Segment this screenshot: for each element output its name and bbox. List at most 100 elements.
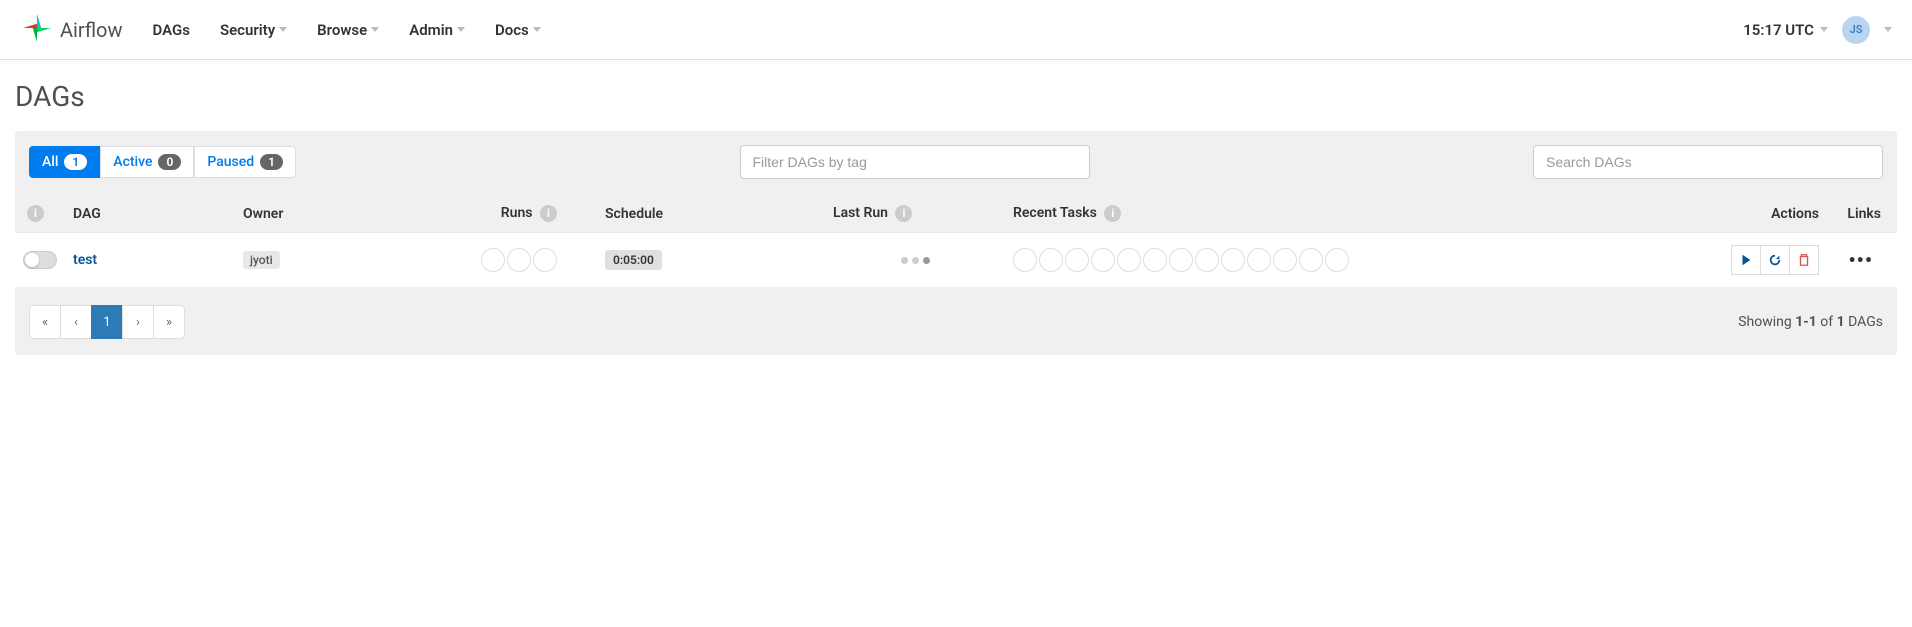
nav-security-label: Security — [220, 21, 275, 39]
chevron-down-icon — [371, 27, 379, 32]
dags-panel: All 1 Active 0 Paused 1 — [15, 131, 1897, 355]
trash-icon — [1797, 253, 1811, 267]
page-prev-button[interactable]: ‹ — [60, 305, 92, 339]
recent-tasks-circles — [1013, 248, 1715, 272]
task-status-circle[interactable] — [1299, 248, 1323, 272]
chevron-down-icon — [279, 27, 287, 32]
tag-filter-input[interactable] — [740, 145, 1090, 179]
dag-name-link[interactable]: test — [73, 252, 97, 268]
search-filter-wrapper — [1533, 145, 1883, 179]
last-run-loading — [833, 257, 997, 264]
info-icon[interactable]: i — [540, 205, 557, 222]
task-status-circle[interactable] — [1195, 248, 1219, 272]
runs-circles — [443, 248, 557, 272]
nav-dags[interactable]: DAGs — [152, 21, 189, 39]
chevron-down-icon — [1820, 27, 1828, 32]
filter-paused-label: Paused — [207, 154, 254, 170]
navbar: Airflow DAGs Security Browse Admin Docs … — [0, 0, 1912, 60]
task-status-circle[interactable] — [1013, 248, 1037, 272]
nav-security[interactable]: Security — [220, 21, 287, 39]
task-status-circle[interactable] — [1117, 248, 1141, 272]
more-links-button[interactable]: ••• — [1840, 248, 1881, 272]
showing-prefix: Showing — [1738, 314, 1795, 330]
nav-right: 15:17 UTC JS — [1743, 16, 1892, 44]
showing-of: of — [1817, 314, 1837, 330]
showing-total: 1 — [1837, 314, 1845, 330]
brand-name: Airflow — [60, 18, 122, 42]
brand[interactable]: Airflow — [20, 11, 122, 49]
task-status-circle[interactable] — [1169, 248, 1193, 272]
task-status-circle[interactable] — [1143, 248, 1167, 272]
footer-row: « ‹ 1 › » Showing 1-1 of 1 DAGs — [15, 287, 1897, 355]
page-last-button[interactable]: » — [153, 305, 185, 339]
play-icon — [1739, 253, 1753, 267]
nav-admin[interactable]: Admin — [409, 21, 465, 39]
tag-filter-wrapper — [740, 145, 1090, 179]
task-status-circle[interactable] — [1039, 248, 1063, 272]
schedule-chip[interactable]: 0:05:00 — [605, 250, 662, 270]
run-status-circle[interactable] — [507, 248, 531, 272]
nav-admin-label: Admin — [409, 21, 453, 39]
info-icon[interactable]: i — [1104, 205, 1121, 222]
info-icon[interactable]: i — [895, 205, 912, 222]
filter-active-label: Active — [113, 154, 152, 170]
refresh-dag-button[interactable] — [1760, 245, 1790, 275]
task-status-circle[interactable] — [1091, 248, 1115, 272]
col-recent-tasks: Recent Tasks — [1013, 205, 1097, 221]
task-status-circle[interactable] — [1273, 248, 1297, 272]
task-status-circle[interactable] — [1065, 248, 1089, 272]
filter-row: All 1 Active 0 Paused 1 — [15, 131, 1897, 195]
filter-paused-count: 1 — [260, 154, 283, 170]
refresh-icon — [1768, 253, 1782, 267]
page-title: DAGs — [15, 80, 1897, 113]
page-first-button[interactable]: « — [29, 305, 61, 339]
task-status-circle[interactable] — [1247, 248, 1271, 272]
task-status-circle[interactable] — [1325, 248, 1349, 272]
nav-links: DAGs Security Browse Admin Docs — [152, 21, 540, 39]
user-avatar[interactable]: JS — [1842, 16, 1870, 44]
col-runs: Runs — [501, 205, 533, 221]
showing-range: 1-1 — [1795, 314, 1817, 330]
delete-dag-button[interactable] — [1789, 245, 1819, 275]
page-number-button[interactable]: 1 — [91, 305, 123, 339]
trigger-dag-button[interactable] — [1731, 245, 1761, 275]
filter-paused-button[interactable]: Paused 1 — [194, 146, 296, 178]
filter-all-label: All — [42, 154, 58, 170]
showing-text: Showing 1-1 of 1 DAGs — [1738, 314, 1883, 330]
col-last-run: Last Run — [833, 205, 888, 221]
filter-active-button[interactable]: Active 0 — [100, 146, 194, 178]
chevron-down-icon — [457, 27, 465, 32]
nav-docs[interactable]: Docs — [495, 21, 541, 39]
page-next-button[interactable]: › — [122, 305, 154, 339]
nav-dags-label: DAGs — [152, 21, 189, 39]
run-status-circle[interactable] — [481, 248, 505, 272]
nav-browse-label: Browse — [317, 21, 367, 39]
chevron-down-icon — [533, 27, 541, 32]
filter-button-group: All 1 Active 0 Paused 1 — [29, 146, 296, 178]
task-status-circle[interactable] — [1221, 248, 1245, 272]
filter-all-button[interactable]: All 1 — [29, 146, 100, 178]
dag-toggle[interactable] — [23, 251, 57, 269]
info-icon[interactable]: i — [27, 205, 44, 222]
chevron-down-icon — [1884, 27, 1892, 32]
table-row: test jyoti 0:05:00 — [15, 233, 1897, 288]
col-dag: DAG — [65, 195, 235, 233]
run-status-circle[interactable] — [533, 248, 557, 272]
filter-all-count: 1 — [64, 154, 87, 170]
time-display[interactable]: 15:17 UTC — [1743, 21, 1828, 39]
dags-table: i DAG Owner Runs i Schedule Last Run i R… — [15, 195, 1897, 287]
search-dags-input[interactable] — [1533, 145, 1883, 179]
filter-active-count: 0 — [158, 154, 181, 170]
nav-browse[interactable]: Browse — [317, 21, 379, 39]
showing-suffix: DAGs — [1845, 314, 1883, 330]
airflow-logo-icon — [20, 11, 54, 49]
col-links: Links — [1827, 195, 1897, 233]
page-container: DAGs All 1 Active 0 Paused 1 — [0, 60, 1912, 375]
nav-docs-label: Docs — [495, 21, 529, 39]
pagination: « ‹ 1 › » — [29, 305, 185, 339]
col-owner: Owner — [235, 195, 435, 233]
time-text: 15:17 UTC — [1743, 21, 1814, 39]
owner-chip[interactable]: jyoti — [243, 251, 280, 269]
col-schedule: Schedule — [565, 195, 825, 233]
col-actions: Actions — [1723, 195, 1827, 233]
